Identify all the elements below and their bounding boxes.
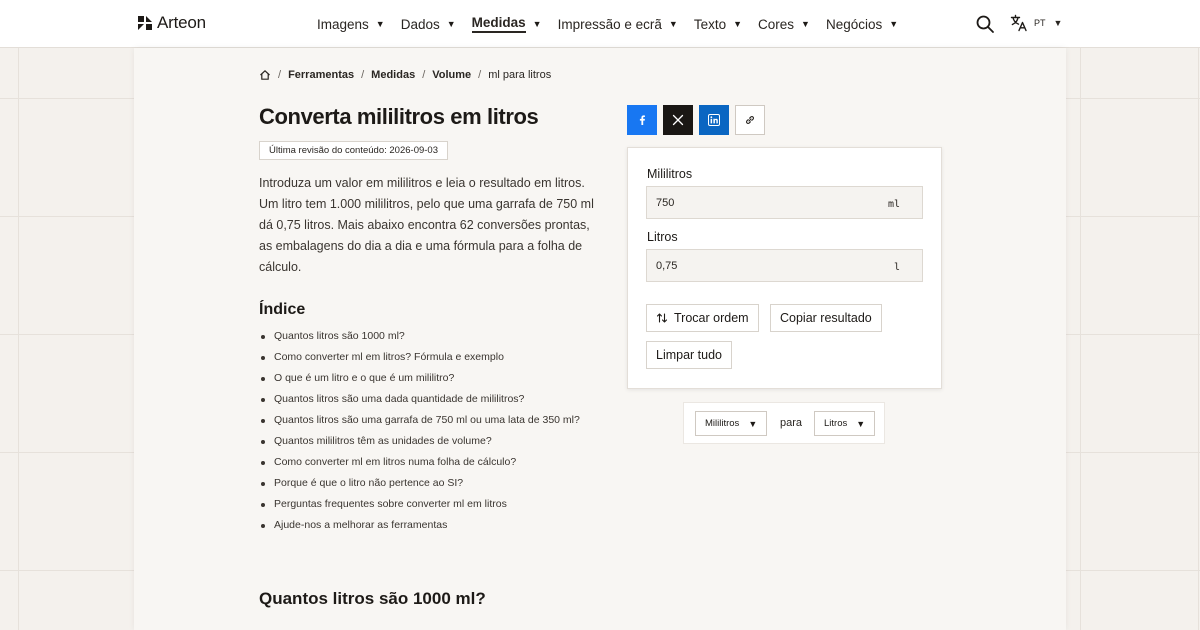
toc-item[interactable]: Como converter ml em litros numa folha d… — [259, 452, 580, 473]
nav-item-label: Negócios — [825, 16, 883, 32]
language-selector[interactable]: PT ▼ — [1010, 14, 1062, 32]
to-unit: l — [893, 262, 900, 273]
nav-item-dados[interactable]: Dados ▼ — [401, 17, 456, 32]
linkedin-icon — [708, 114, 720, 126]
caret-down-icon: ▼ — [668, 19, 678, 29]
unit-connector: para — [780, 417, 803, 429]
swap-vertical-icon — [656, 313, 668, 323]
breadcrumb: / Ferramentas / Medidas / Volume / ml pa… — [259, 69, 551, 81]
nav-item-negocios[interactable]: Negócios ▼ — [826, 17, 898, 32]
from-unit-select[interactable]: Mililitros ▼ — [695, 411, 768, 436]
caret-down-icon: ▼ — [375, 19, 385, 29]
toc-item[interactable]: Quantos litros são uma dada quantidade d… — [259, 389, 580, 410]
intro-paragraph: Introduza um valor em mililitros e leia … — [259, 176, 594, 274]
caret-down-icon: ▼ — [733, 19, 743, 29]
main-nav: Imagens ▼ Dados ▼ Medidas ▼ Impressão e … — [317, 0, 914, 48]
translate-icon — [1010, 14, 1027, 32]
caret-down-icon: ▼ — [748, 418, 758, 429]
link-icon — [746, 116, 754, 124]
top-navigation-bar: Arteon Imagens ▼ Dados ▼ Medidas ▼ Impre… — [0, 0, 1200, 48]
toc-item[interactable]: Porque é que o litro não pertence ao SI? — [259, 473, 580, 494]
nav-item-medidas[interactable]: Medidas ▼ — [471, 15, 542, 33]
from-unit: ml — [887, 199, 900, 210]
page-title: Converta mililitros em litros — [259, 104, 539, 129]
nav-item-label: Cores — [758, 16, 795, 32]
to-unit-select[interactable]: Litros ▼ — [814, 411, 876, 436]
share-facebook-button[interactable] — [627, 105, 657, 135]
breadcrumb-item-volume[interactable]: Volume — [432, 69, 471, 81]
swap-order-label: Trocar ordem — [674, 311, 749, 325]
toc-title: Índice — [259, 301, 306, 318]
toc-item[interactable]: Quantos mililitros têm as unidades de vo… — [259, 431, 580, 452]
share-x-button[interactable] — [663, 105, 693, 135]
language-code: PT — [1034, 18, 1046, 28]
search-icon — [976, 15, 994, 33]
x-icon — [672, 114, 684, 126]
share-linkedin-button[interactable] — [699, 105, 729, 135]
toc-item[interactable]: Como converter ml em litros? Fórmula e e… — [259, 347, 580, 368]
main-content: / Ferramentas / Medidas / Volume / ml pa… — [134, 48, 1066, 630]
toc-item[interactable]: Quantos litros são uma garrafa de 750 ml… — [259, 410, 580, 431]
share-buttons — [627, 105, 765, 135]
caret-down-icon: ▼ — [889, 19, 899, 29]
converter-card: Mililitros ml Litros l Trocar ordem Copi… — [627, 147, 942, 389]
toc-item[interactable]: Quantos litros são 1000 ml? — [259, 326, 580, 347]
breadcrumb-item-medidas[interactable]: Medidas — [371, 69, 415, 81]
milliliters-input[interactable] — [656, 196, 836, 209]
unit-selector: Mililitros ▼ para Litros ▼ — [683, 402, 885, 444]
logo[interactable]: Arteon — [137, 13, 206, 33]
search-button[interactable] — [975, 14, 995, 34]
nav-item-texto[interactable]: Texto ▼ — [694, 17, 742, 32]
from-field-label: Mililitros — [647, 167, 693, 181]
home-icon[interactable] — [259, 69, 271, 81]
toc-item[interactable]: Ajude-nos a melhorar as ferramentas — [259, 515, 580, 536]
logo-text: Arteon — [157, 13, 206, 32]
table-of-contents: Quantos litros são 1000 ml? Como convert… — [259, 326, 580, 536]
from-unit-select-value: Mililitros — [705, 418, 740, 429]
revision-badge: Última revisão do conteúdo: 2026-09-03 — [259, 141, 448, 160]
caret-down-icon: ▼ — [532, 19, 542, 29]
breadcrumb-separator: / — [422, 69, 426, 81]
caret-down-icon: ▼ — [856, 418, 866, 429]
nav-item-label: Medidas — [471, 15, 526, 33]
nav-item-cores[interactable]: Cores ▼ — [758, 17, 810, 32]
section-heading: Quantos litros são 1000 ml? — [259, 589, 486, 608]
toc-item[interactable]: O que é um litro e o que é um mililitro? — [259, 368, 580, 389]
clear-all-button[interactable]: Limpar tudo — [646, 341, 733, 369]
logo-mark-icon — [138, 16, 152, 30]
caret-down-icon: ▼ — [446, 19, 456, 29]
liters-input[interactable] — [656, 259, 836, 272]
breadcrumb-item-ferramentas[interactable]: Ferramentas — [288, 69, 354, 81]
nav-item-label: Texto — [693, 16, 727, 32]
breadcrumb-separator: / — [478, 69, 482, 81]
from-field: ml — [646, 186, 923, 219]
swap-order-button[interactable]: Trocar ordem — [646, 304, 759, 332]
nav-item-label: Impressão e ecrã — [557, 16, 662, 32]
copy-result-button[interactable]: Copiar resultado — [770, 304, 882, 332]
facebook-icon — [639, 115, 645, 125]
nav-item-imagens[interactable]: Imagens ▼ — [317, 17, 385, 32]
caret-down-icon: ▼ — [1053, 18, 1063, 28]
nav-item-label: Dados — [400, 16, 440, 32]
to-field-label: Litros — [647, 230, 678, 244]
to-field: l — [646, 249, 923, 282]
breadcrumb-separator: / — [361, 69, 365, 81]
breadcrumb-separator: / — [278, 69, 282, 81]
breadcrumb-current: ml para litros — [488, 69, 552, 81]
toc-item[interactable]: Perguntas frequentes sobre converter ml … — [259, 494, 580, 515]
copy-link-button[interactable] — [735, 105, 765, 135]
nav-item-label: Imagens — [317, 16, 369, 32]
nav-item-impressao-e-ecra[interactable]: Impressão e ecrã ▼ — [558, 17, 678, 32]
to-unit-select-value: Litros — [824, 418, 848, 429]
caret-down-icon: ▼ — [801, 19, 810, 29]
